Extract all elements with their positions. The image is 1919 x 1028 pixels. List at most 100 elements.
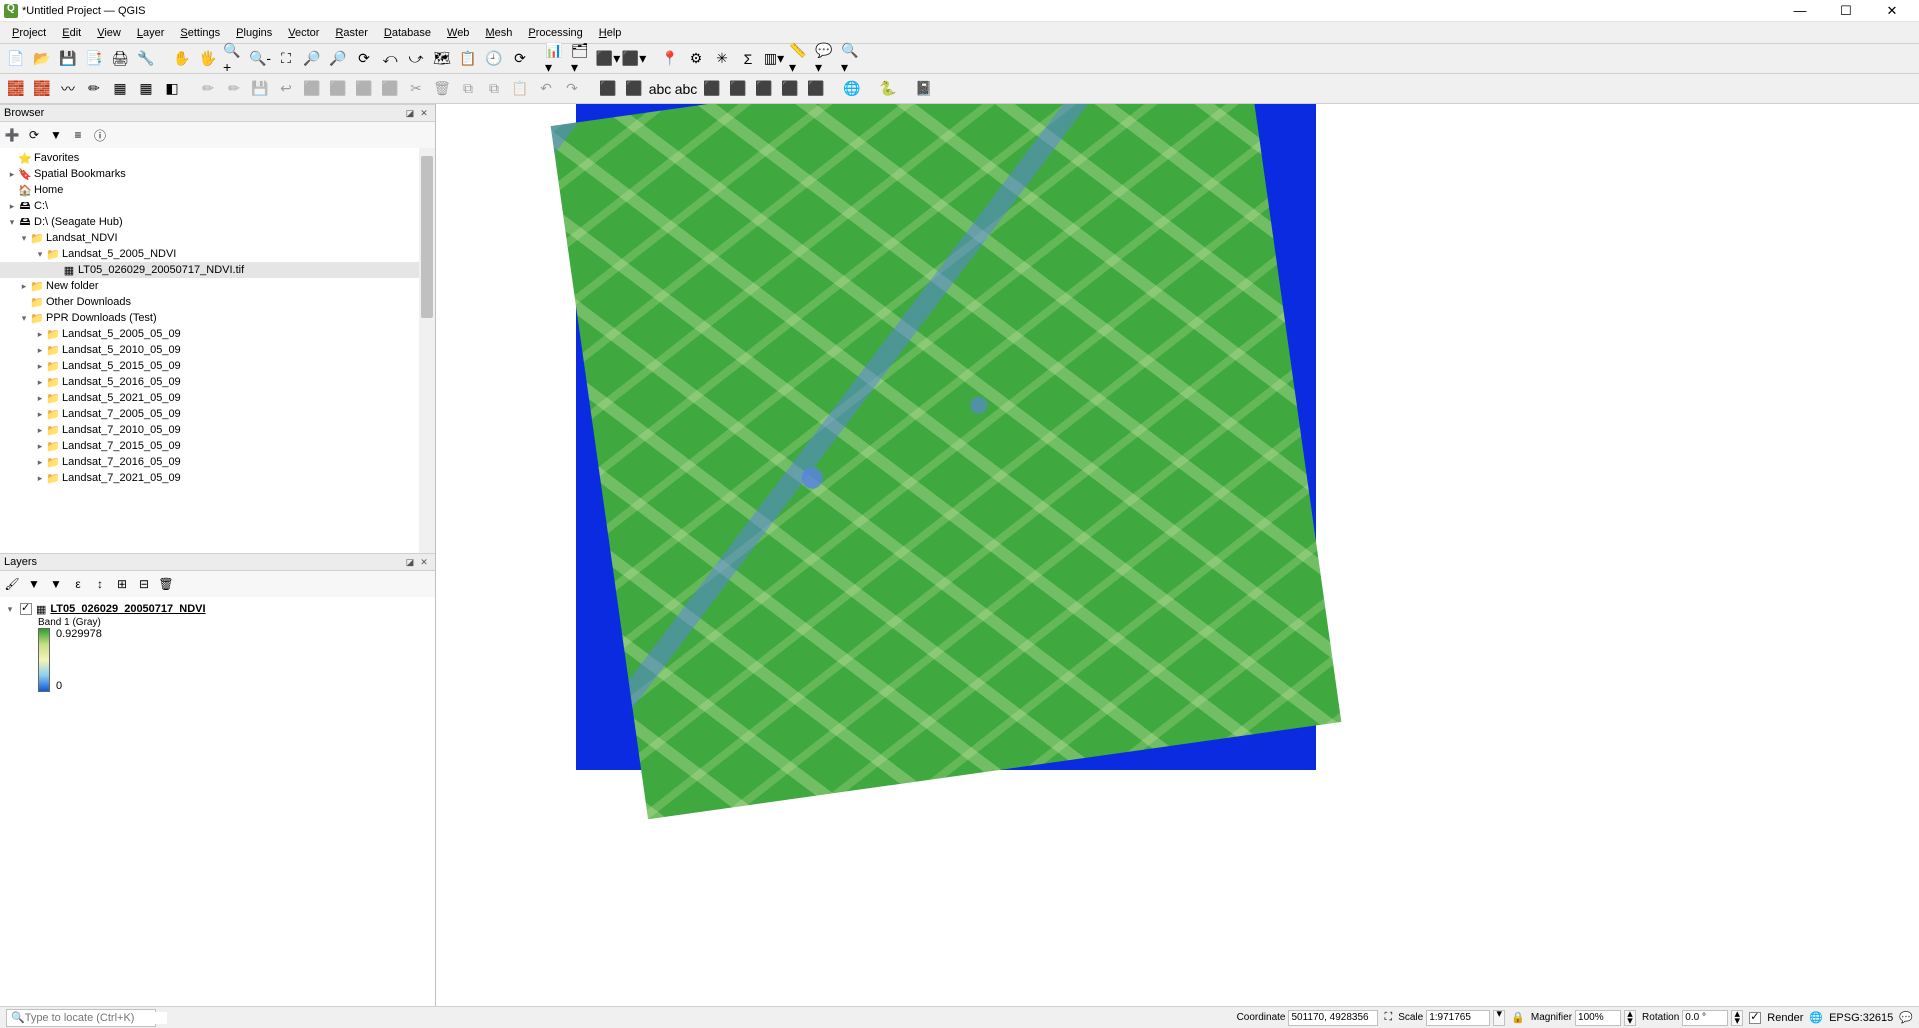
browser-tree[interactable]: ⭐Favorites▸🔖Spatial Bookmarks🏠Home▸🖴C:\▾… bbox=[0, 148, 435, 553]
tree-twist-icon[interactable]: ▸ bbox=[34, 441, 46, 452]
menu-mesh[interactable]: Mesh bbox=[477, 25, 520, 41]
menu-plugins[interactable]: Plugins bbox=[228, 25, 280, 41]
rotation-input[interactable] bbox=[1682, 1010, 1728, 1026]
tree-twist-icon[interactable]: ▸ bbox=[34, 393, 46, 404]
tree-twist-icon[interactable]: ▾ bbox=[18, 313, 30, 324]
toolbar-button-36[interactable]: 🐍 bbox=[876, 77, 900, 101]
toolbar-button-17[interactable]: 🗑 bbox=[430, 77, 454, 101]
filter-icon[interactable]: ▼ bbox=[46, 125, 66, 145]
layers-undock-icon[interactable]: ◪ bbox=[403, 557, 417, 568]
scale-input[interactable] bbox=[1426, 1010, 1490, 1026]
toolbar-button-0[interactable]: 📄 bbox=[4, 47, 28, 71]
toolbar-button-32[interactable]: 📏▾ bbox=[788, 47, 812, 71]
tree-item[interactable]: ▾📁Landsat_5_2005_NDVI bbox=[0, 246, 435, 262]
menu-web[interactable]: Web bbox=[439, 25, 477, 41]
layers-tree[interactable]: ▾ ▦ LT05_026029_20050717_NDVI Band 1 (Gr… bbox=[0, 597, 435, 1006]
toolbar-button-11[interactable]: ⛶ bbox=[274, 47, 298, 71]
toolbar-button-20[interactable]: 📋 bbox=[508, 77, 532, 101]
tree-item[interactable]: ▸📁Landsat_7_2021_05_09 bbox=[0, 470, 435, 486]
menu-vector[interactable]: Vector bbox=[280, 25, 327, 41]
tree-twist-icon[interactable]: ▾ bbox=[34, 249, 46, 260]
magnifier-spinner[interactable]: ▴▾ bbox=[1624, 1010, 1636, 1026]
tree-item[interactable]: ▸🖴C:\ bbox=[0, 198, 435, 214]
browser-scrollbar[interactable] bbox=[419, 148, 435, 553]
menu-settings[interactable]: Settings bbox=[172, 25, 228, 41]
tree-item[interactable]: ▾🖴D:\ (Seagate Hub) bbox=[0, 214, 435, 230]
tree-twist-icon[interactable]: ▸ bbox=[34, 329, 46, 340]
toolbar-button-14[interactable]: ⬛ bbox=[352, 77, 376, 101]
toolbar-button-28[interactable]: ⚙ bbox=[684, 47, 708, 71]
tree-item[interactable]: ▸📁Landsat_5_2010_05_09 bbox=[0, 342, 435, 358]
toolbar-button-31[interactable]: ▥▾ bbox=[762, 47, 786, 71]
layer-sort-icon[interactable]: ↕ bbox=[90, 574, 110, 594]
toolbar-button-8[interactable]: 🖐 bbox=[196, 47, 220, 71]
toolbar-button-24[interactable]: ⬛▾ bbox=[596, 47, 620, 71]
map-canvas[interactable] bbox=[436, 104, 1919, 1006]
add-layer-icon[interactable]: ➕ bbox=[2, 125, 22, 145]
toolbar-button-29[interactable]: ✳ bbox=[710, 47, 734, 71]
layer-expr-icon[interactable]: ε bbox=[68, 574, 88, 594]
toolbar-button-34[interactable]: 🔍▾ bbox=[840, 47, 864, 71]
chevron-down-icon[interactable]: ▾ bbox=[4, 604, 16, 615]
toolbar-button-24[interactable]: ⬛ bbox=[596, 77, 620, 101]
toolbar-button-34[interactable]: 🌐 bbox=[840, 77, 864, 101]
tree-twist-icon[interactable]: ▸ bbox=[34, 473, 46, 484]
tree-item[interactable]: 🏠Home bbox=[0, 182, 435, 198]
tree-item[interactable]: ▸📁Landsat_5_2021_05_09 bbox=[0, 390, 435, 406]
toolbar-button-7[interactable]: ✋ bbox=[170, 47, 194, 71]
menu-edit[interactable]: Edit bbox=[54, 25, 89, 41]
toolbar-button-22[interactable]: 📊▾ bbox=[544, 47, 568, 71]
locator-search[interactable]: 🔍 bbox=[6, 1009, 156, 1027]
tree-twist-icon[interactable]: ▸ bbox=[6, 201, 18, 212]
toolbar-button-18[interactable]: ⧉ bbox=[456, 77, 480, 101]
tree-item[interactable]: ▾📁Landsat_NDVI bbox=[0, 230, 435, 246]
toolbar-button-0[interactable]: 🧱 bbox=[4, 77, 28, 101]
lock-icon[interactable]: 🔒 bbox=[1511, 1011, 1525, 1024]
tree-twist-icon[interactable]: ▸ bbox=[34, 361, 46, 372]
menu-raster[interactable]: Raster bbox=[327, 25, 375, 41]
toolbar-button-4[interactable]: 🖨 bbox=[108, 47, 132, 71]
tree-item[interactable]: ▸📁Landsat_7_2010_05_09 bbox=[0, 422, 435, 438]
layer-item[interactable]: ▾ ▦ LT05_026029_20050717_NDVI bbox=[4, 601, 431, 617]
render-checkbox[interactable] bbox=[1749, 1012, 1761, 1024]
tree-item[interactable]: ▸🔖Spatial Bookmarks bbox=[0, 166, 435, 182]
layer-visibility-checkbox[interactable] bbox=[20, 603, 32, 615]
toolbar-button-13[interactable]: ⬛ bbox=[326, 77, 350, 101]
tree-item[interactable]: ▸📁Landsat_5_2005_05_09 bbox=[0, 326, 435, 342]
tree-twist-icon[interactable]: ▸ bbox=[6, 169, 18, 180]
toolbar-button-17[interactable]: 🗺 bbox=[430, 47, 454, 71]
toolbar-button-28[interactable]: ⬛ bbox=[700, 77, 724, 101]
tree-twist-icon[interactable]: ▾ bbox=[18, 233, 30, 244]
toolbar-button-30[interactable]: Σ bbox=[736, 47, 760, 71]
toolbar-button-27[interactable]: abc bbox=[674, 77, 698, 101]
toolbar-button-31[interactable]: ⬛ bbox=[778, 77, 802, 101]
toolbar-button-27[interactable]: 📍 bbox=[658, 47, 682, 71]
layer-collapse-icon[interactable]: ⊟ bbox=[134, 574, 154, 594]
tree-item[interactable]: ▦LT05_026029_20050717_NDVI.tif bbox=[0, 262, 435, 278]
tree-item[interactable]: ▸📁Landsat_7_2005_05_09 bbox=[0, 406, 435, 422]
layer-remove-icon[interactable]: 🗑 bbox=[156, 574, 176, 594]
toolbar-button-25[interactable]: ⬛ bbox=[622, 77, 646, 101]
toolbar-button-10[interactable]: 💾 bbox=[248, 77, 272, 101]
layer-add-icon[interactable]: ▼ bbox=[24, 574, 44, 594]
layers-close-icon[interactable]: ✕ bbox=[417, 557, 431, 568]
toolbar-button-8[interactable]: ✏ bbox=[196, 77, 220, 101]
toolbar-button-12[interactable]: 🔎 bbox=[300, 47, 324, 71]
tree-item[interactable]: ⭐Favorites bbox=[0, 150, 435, 166]
tree-item[interactable]: ▾📁PPR Downloads (Test) bbox=[0, 310, 435, 326]
crs-icon[interactable]: 🌐 bbox=[1809, 1011, 1823, 1024]
tree-twist-icon[interactable]: ▸ bbox=[34, 425, 46, 436]
minimize-button[interactable]: — bbox=[1777, 3, 1823, 18]
toolbar-button-3[interactable]: ✏ bbox=[82, 77, 106, 101]
tree-twist-icon[interactable]: ▾ bbox=[6, 217, 18, 228]
toolbar-button-5[interactable]: ▦ bbox=[134, 77, 158, 101]
coordinate-input[interactable] bbox=[1288, 1010, 1378, 1026]
toolbar-button-9[interactable]: 🔍+ bbox=[222, 47, 246, 71]
properties-icon[interactable]: ⓘ bbox=[90, 125, 110, 145]
tree-item[interactable]: ▸📁Landsat_5_2015_05_09 bbox=[0, 358, 435, 374]
toolbar-button-2[interactable]: 〰 bbox=[56, 77, 80, 101]
tree-item[interactable]: ▸📁Landsat_5_2016_05_09 bbox=[0, 374, 435, 390]
tree-twist-icon[interactable]: ▸ bbox=[18, 281, 30, 292]
toolbar-button-4[interactable]: ▦ bbox=[108, 77, 132, 101]
extents-icon[interactable]: ⛶ bbox=[1384, 1011, 1392, 1024]
